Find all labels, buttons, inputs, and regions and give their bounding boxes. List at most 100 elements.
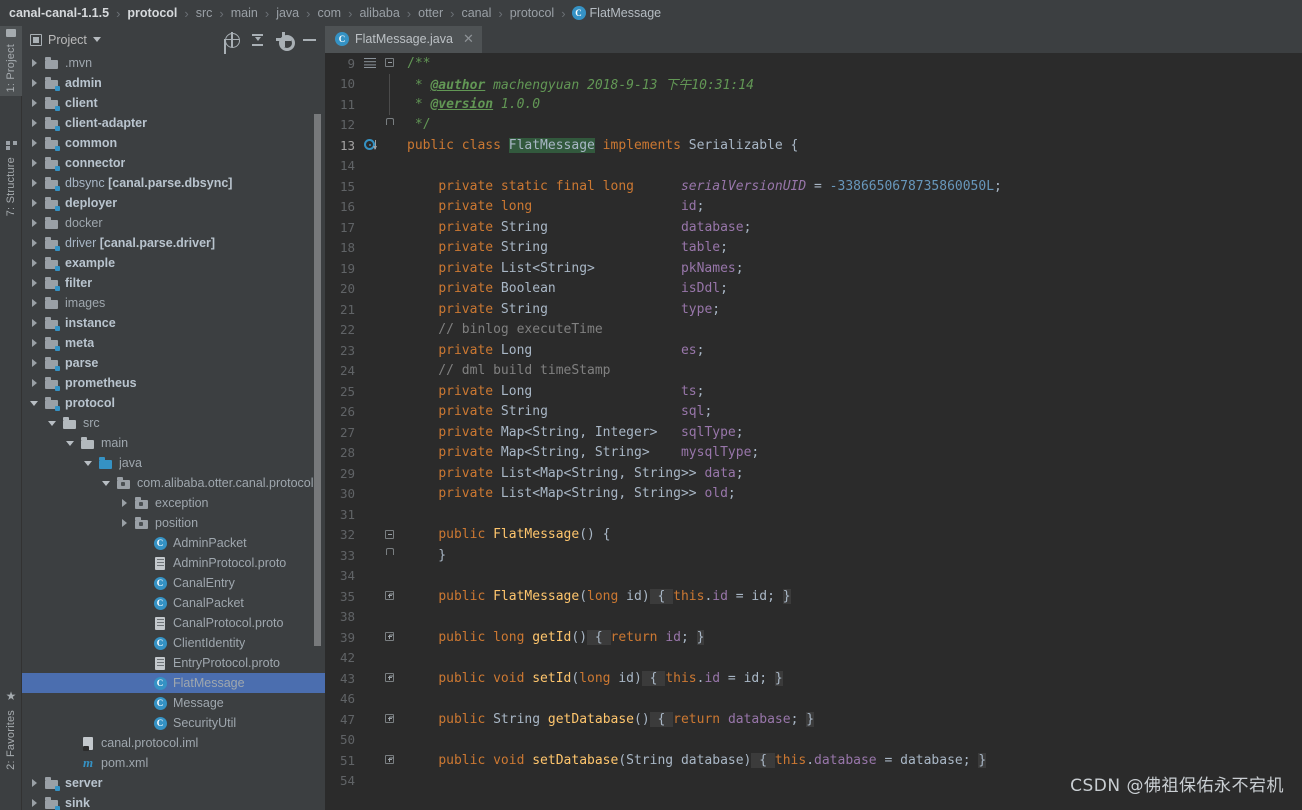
tool-window-tab-project[interactable]: 1: Project	[0, 26, 22, 97]
tool-window-tab-favorites[interactable]: 2: Favorites ★	[0, 686, 22, 774]
project-panel-title-group[interactable]: Project	[30, 33, 224, 47]
project-tree-scrollbar[interactable]	[314, 114, 321, 646]
tree-row[interactable]: images	[22, 293, 325, 313]
chevron-down-icon[interactable]	[48, 418, 58, 428]
breadcrumb-item[interactable]: protocol	[126, 6, 178, 20]
javadoc-marker-icon[interactable]	[364, 58, 376, 68]
chevron-right-icon[interactable]	[30, 178, 40, 188]
tree-row[interactable]: C AdminPacket	[22, 533, 325, 553]
chevron-right-icon[interactable]	[120, 518, 130, 528]
chevron-right-icon[interactable]	[30, 278, 40, 288]
breadcrumb-item[interactable]: canal	[460, 6, 492, 20]
gutter-icon-slot[interactable]	[359, 135, 383, 156]
tree-row[interactable]: prometheus	[22, 373, 325, 393]
fold-end-icon[interactable]	[385, 548, 394, 555]
tree-row[interactable]: C Message	[22, 693, 325, 713]
tree-row[interactable]: C CanalEntry	[22, 573, 325, 593]
fold-expand-icon[interactable]	[385, 755, 394, 764]
chevron-right-icon[interactable]	[120, 498, 130, 508]
breadcrumb-item[interactable]: src	[195, 6, 214, 20]
tree-row[interactable]: C SecurityUtil	[22, 713, 325, 733]
fold-expand-icon[interactable]	[385, 673, 394, 682]
tree-row[interactable]: deployer	[22, 193, 325, 213]
fold-collapse-icon[interactable]	[385, 529, 394, 539]
gear-icon[interactable]	[274, 32, 295, 51]
locate-icon[interactable]	[224, 32, 240, 48]
chevron-right-icon[interactable]	[30, 138, 40, 148]
tree-row[interactable]: C CanalPacket	[22, 593, 325, 613]
tree-row[interactable]: canal.protocol.iml	[22, 733, 325, 753]
chevron-right-icon[interactable]	[30, 378, 40, 388]
tree-row-selected[interactable]: C FlatMessage	[22, 673, 325, 693]
tree-row[interactable]: parse	[22, 353, 325, 373]
tree-row[interactable]: AdminProtocol.proto	[22, 553, 325, 573]
tree-row[interactable]: client	[22, 93, 325, 113]
chevron-right-icon[interactable]	[30, 298, 40, 308]
chevron-right-icon[interactable]	[30, 338, 40, 348]
tool-window-tab-structure[interactable]: 7: Structure	[0, 138, 22, 220]
breadcrumb-item[interactable]: java	[275, 6, 300, 20]
tree-row[interactable]: filter	[22, 273, 325, 293]
chevron-down-icon[interactable]	[30, 398, 40, 408]
tree-row[interactable]: .mvn	[22, 53, 325, 73]
gutter-icon-slot[interactable]	[359, 53, 383, 74]
breadcrumb-item-current[interactable]: C FlatMessage	[571, 6, 661, 20]
tree-row[interactable]: client-adapter	[22, 113, 325, 133]
fold-expand-icon[interactable]	[385, 632, 394, 641]
breadcrumb-item[interactable]: otter	[417, 6, 444, 20]
tree-row[interactable]: instance	[22, 313, 325, 333]
chevron-right-icon[interactable]	[30, 78, 40, 88]
chevron-right-icon[interactable]	[30, 198, 40, 208]
breadcrumb-item[interactable]: main	[230, 6, 259, 20]
tree-row[interactable]: exception	[22, 493, 325, 513]
fold-gutter[interactable]	[383, 586, 397, 607]
fold-gutter[interactable]	[383, 53, 397, 74]
editor-tab-flatmessage[interactable]: C FlatMessage.java ✕	[325, 26, 482, 53]
tree-row[interactable]: meta	[22, 333, 325, 353]
tree-row[interactable]: src	[22, 413, 325, 433]
chevron-right-icon[interactable]	[30, 118, 40, 128]
fold-gutter[interactable]	[383, 545, 397, 566]
tree-row[interactable]: CanalProtocol.proto	[22, 613, 325, 633]
tree-row[interactable]: common	[22, 133, 325, 153]
chevron-right-icon[interactable]	[30, 358, 40, 368]
tree-row[interactable]: C ClientIdentity	[22, 633, 325, 653]
tree-row[interactable]: dbsync [canal.parse.dbsync]	[22, 173, 325, 193]
tree-row[interactable]: docker	[22, 213, 325, 233]
chevron-right-icon[interactable]	[30, 798, 40, 808]
tree-row[interactable]: protocol	[22, 393, 325, 413]
code-viewport[interactable]: 9 /** 10 * @author machengyuan 2018-9-13 下…	[325, 53, 1302, 810]
chevron-right-icon[interactable]	[30, 238, 40, 248]
fold-gutter[interactable]	[383, 73, 397, 94]
chevron-right-icon[interactable]	[30, 318, 40, 328]
breadcrumb-item[interactable]: com	[316, 6, 342, 20]
project-tree[interactable]: .mvn admin client client-adapter common conne…	[22, 53, 325, 810]
tree-row[interactable]: main	[22, 433, 325, 453]
breadcrumb-item[interactable]: canal-canal-1.1.5	[8, 6, 110, 20]
minimize-icon[interactable]	[302, 32, 317, 47]
fold-gutter[interactable]	[383, 115, 397, 136]
fold-end-icon[interactable]	[385, 117, 394, 125]
chevron-down-icon[interactable]	[92, 37, 101, 42]
fold-collapse-icon[interactable]	[385, 58, 394, 67]
tree-row[interactable]: com.alibaba.otter.canal.protocol	[22, 473, 325, 493]
fold-gutter[interactable]	[383, 94, 397, 115]
chevron-right-icon[interactable]	[30, 778, 40, 788]
chevron-down-icon[interactable]	[102, 478, 112, 488]
close-icon[interactable]: ✕	[463, 31, 474, 47]
fold-expand-icon[interactable]	[385, 714, 394, 723]
chevron-down-icon[interactable]	[66, 438, 76, 448]
fold-gutter[interactable]	[383, 668, 397, 689]
chevron-down-icon[interactable]	[84, 458, 94, 468]
tree-row[interactable]: server	[22, 773, 325, 793]
tree-row[interactable]: driver [canal.parse.driver]	[22, 233, 325, 253]
fold-expand-icon[interactable]	[385, 591, 394, 600]
tree-row[interactable]: java	[22, 453, 325, 473]
collapse-all-icon[interactable]	[250, 32, 265, 47]
chevron-right-icon[interactable]	[30, 98, 40, 108]
breadcrumb-item[interactable]: protocol	[509, 6, 555, 20]
chevron-right-icon[interactable]	[30, 258, 40, 268]
chevron-right-icon[interactable]	[30, 158, 40, 168]
tree-row[interactable]: EntryProtocol.proto	[22, 653, 325, 673]
fold-gutter[interactable]	[383, 750, 397, 771]
